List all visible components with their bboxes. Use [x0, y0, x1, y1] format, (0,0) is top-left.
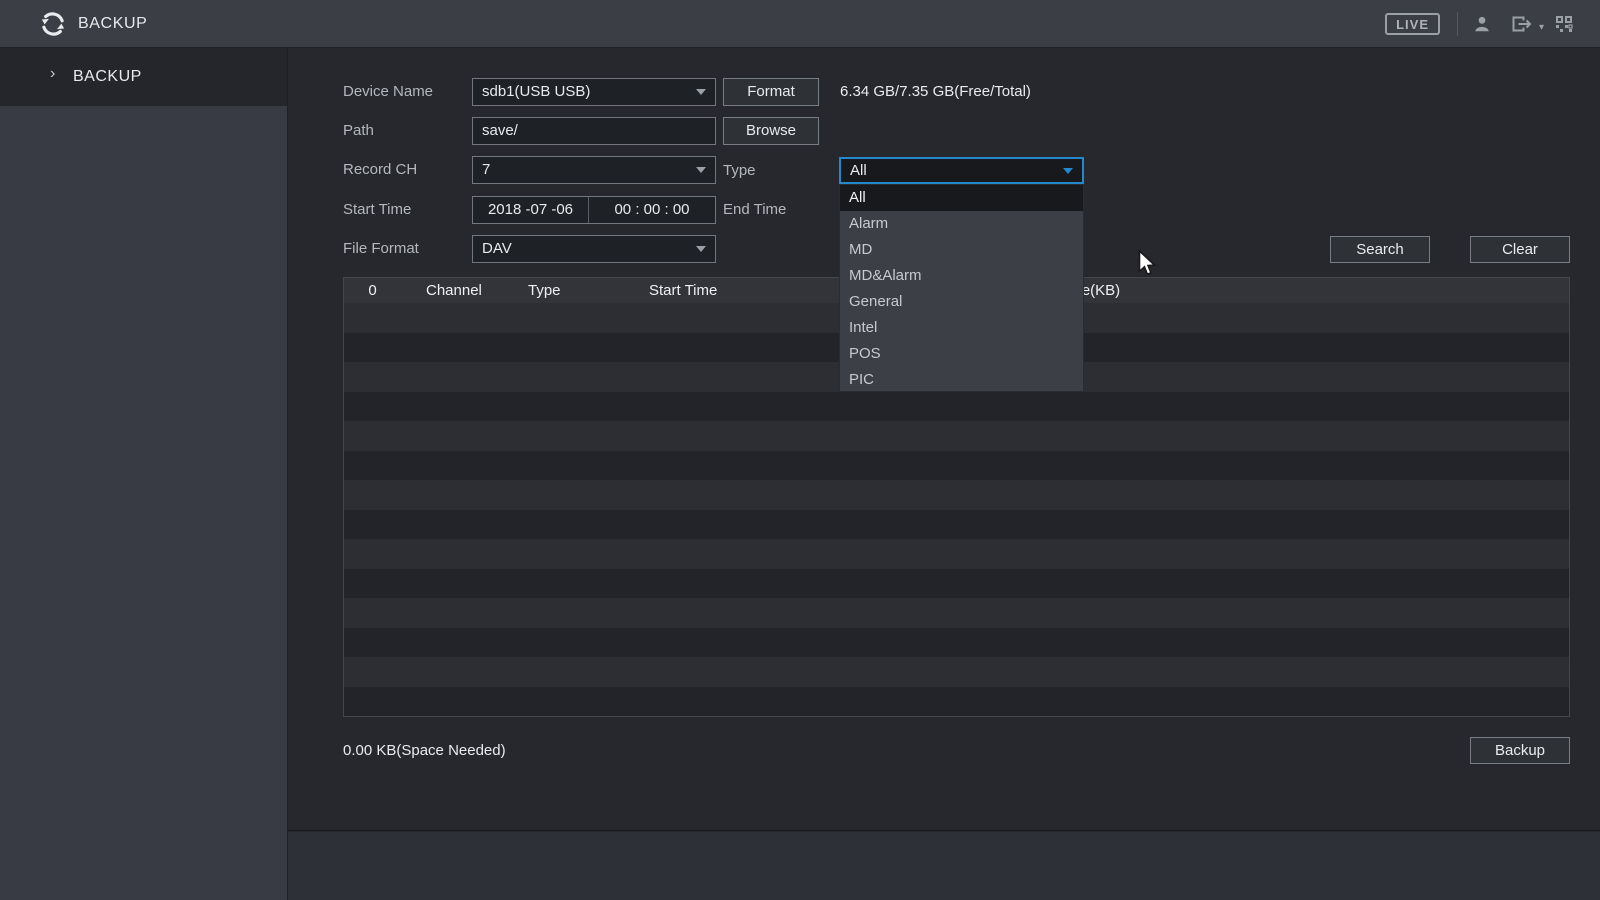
top-bar: BACKUP LIVE ▾ — [0, 0, 1600, 48]
topbar-divider — [1457, 12, 1458, 36]
qr-grid-icon[interactable] — [1554, 14, 1574, 34]
table-row — [344, 451, 1569, 481]
type-option-pic[interactable]: PIC — [840, 367, 1083, 393]
record-ch-dropdown[interactable]: 7 — [472, 156, 716, 184]
table-row — [344, 687, 1569, 717]
record-ch-value: 7 — [482, 161, 490, 178]
table-row — [344, 510, 1569, 540]
logout-caret-icon[interactable]: ▾ — [1539, 22, 1544, 33]
format-button[interactable]: Format — [723, 78, 819, 106]
chevron-down-icon — [696, 246, 706, 252]
sidebar-item-backup[interactable]: › BACKUP — [0, 48, 287, 106]
device-name-value: sdb1(USB USB) — [482, 83, 590, 100]
table-row — [344, 598, 1569, 628]
type-dropdown[interactable]: All — [839, 157, 1084, 184]
column-start-time: Start Time — [649, 278, 717, 303]
space-needed-text: 0.00 KB(Space Needed) — [343, 737, 506, 765]
device-name-dropdown[interactable]: sdb1(USB USB) — [472, 78, 716, 106]
type-option-intel[interactable]: Intel — [840, 315, 1083, 341]
footer-strip — [288, 832, 1600, 900]
type-option-general[interactable]: General — [840, 289, 1083, 315]
backup-sync-icon — [38, 9, 68, 39]
backup-button[interactable]: Backup — [1470, 737, 1570, 764]
type-option-pos[interactable]: POS — [840, 341, 1083, 367]
search-button[interactable]: Search — [1330, 236, 1430, 263]
column-channel: Channel — [426, 278, 482, 303]
page-title: BACKUP — [78, 0, 147, 48]
live-button[interactable]: LIVE — [1385, 13, 1440, 35]
start-date-value[interactable]: 2018 -07 -06 — [473, 197, 589, 223]
chevron-down-icon — [696, 89, 706, 95]
file-format-dropdown[interactable]: DAV — [472, 235, 716, 263]
storage-free-total: 6.34 GB/7.35 GB(Free/Total) — [840, 78, 1031, 106]
sidebar-item-label: BACKUP — [73, 48, 142, 106]
column-count: 0 — [344, 278, 401, 303]
table-row — [344, 539, 1569, 569]
start-time-field[interactable]: 2018 -07 -06 00 : 00 : 00 — [472, 196, 716, 224]
table-row — [344, 392, 1569, 422]
type-option-md-alarm[interactable]: MD&Alarm — [840, 263, 1083, 289]
end-time-label: End Time — [723, 196, 786, 224]
column-type: Type — [528, 278, 561, 303]
chevron-down-icon — [696, 167, 706, 173]
type-options-panel: All Alarm MD MD&Alarm General Intel POS … — [839, 184, 1084, 392]
file-format-label: File Format — [343, 235, 419, 263]
type-label: Type — [723, 157, 756, 185]
table-row — [344, 480, 1569, 510]
backup-panel: Device Name sdb1(USB USB) Format 6.34 GB… — [288, 48, 1600, 831]
table-row — [344, 657, 1569, 687]
type-option-alarm[interactable]: Alarm — [840, 211, 1083, 237]
device-name-label: Device Name — [343, 78, 433, 106]
browse-button[interactable]: Browse — [723, 117, 819, 145]
start-time-label: Start Time — [343, 196, 411, 224]
type-option-md[interactable]: MD — [840, 237, 1083, 263]
table-row — [344, 421, 1569, 451]
sidebar: › BACKUP — [0, 48, 288, 900]
clear-button[interactable]: Clear — [1470, 236, 1570, 263]
table-row — [344, 628, 1569, 658]
start-time-value[interactable]: 00 : 00 : 00 — [589, 197, 715, 223]
chevron-right-icon: › — [50, 65, 55, 83]
backup-screen: BACKUP LIVE ▾ › BACKUP — [0, 0, 1600, 900]
user-icon[interactable] — [1472, 14, 1492, 34]
file-format-value: DAV — [482, 240, 512, 257]
table-row — [344, 569, 1569, 599]
type-option-all[interactable]: All — [840, 185, 1083, 211]
logout-icon[interactable] — [1510, 14, 1534, 34]
path-label: Path — [343, 117, 374, 145]
record-ch-label: Record CH — [343, 156, 417, 184]
path-input[interactable]: save/ — [472, 117, 716, 145]
type-value: All — [850, 162, 867, 179]
chevron-down-icon — [1063, 168, 1073, 174]
